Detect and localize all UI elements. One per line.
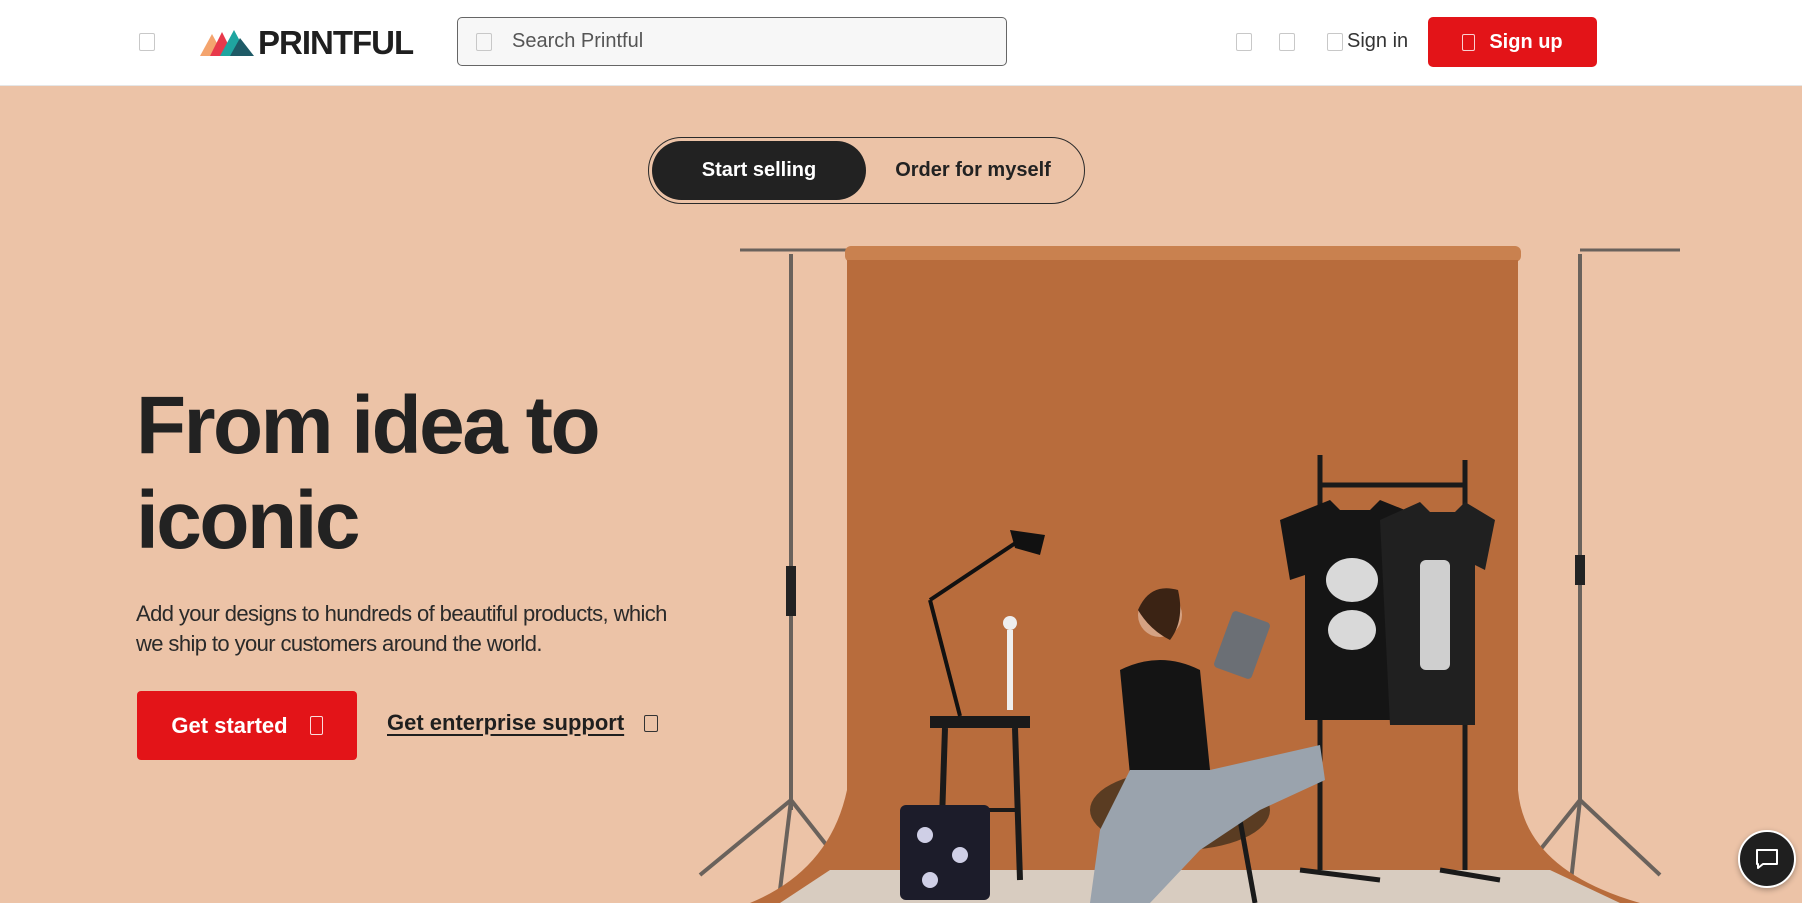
user-plus-icon xyxy=(1462,33,1476,51)
start-selling-tab[interactable]: Start selling xyxy=(652,141,866,200)
sign-in-link[interactable]: Sign in xyxy=(1327,30,1408,53)
woman-tshirt xyxy=(1120,660,1210,775)
site-header: PRINTFUL Sign in Sign up xyxy=(0,0,1802,86)
hamburger-icon[interactable] xyxy=(139,33,155,51)
search-icon xyxy=(476,32,492,51)
sign-up-label: Sign up xyxy=(1489,30,1563,53)
audience-toggle: Start selling Order for myself xyxy=(648,137,1085,204)
tote-bag xyxy=(900,805,990,900)
get-started-button[interactable]: Get started xyxy=(137,691,357,760)
logo-text: PRINTFUL xyxy=(258,23,414,61)
enterprise-support-label: Get enterprise support xyxy=(387,710,625,735)
order-for-myself-tab[interactable]: Order for myself xyxy=(866,141,1080,200)
light-stand-left xyxy=(698,248,852,891)
logo-mountains-icon xyxy=(200,30,254,56)
hero-photo-studio xyxy=(698,246,1680,903)
cart-icon[interactable] xyxy=(1279,33,1295,51)
printful-logo[interactable]: PRINTFUL xyxy=(200,23,414,61)
arrow-right-icon xyxy=(644,714,659,732)
chat-button[interactable] xyxy=(1738,830,1796,888)
search-input[interactable] xyxy=(512,30,992,53)
sign-up-button[interactable]: Sign up xyxy=(1428,17,1597,67)
user-icon xyxy=(1327,32,1343,51)
heart-icon[interactable] xyxy=(1236,33,1252,51)
search-bar[interactable] xyxy=(457,17,1007,66)
enterprise-support-link[interactable]: Get enterprise support xyxy=(387,710,659,736)
get-started-label: Get started xyxy=(171,712,288,738)
hero-title: From idea to iconic xyxy=(136,380,601,566)
sign-in-label: Sign in xyxy=(1347,30,1409,52)
hero-subtitle: Add your designs to hundreds of beautifu… xyxy=(136,601,667,656)
arrow-right-icon xyxy=(309,716,323,735)
chat-bubble-icon xyxy=(1756,849,1778,869)
light-stand-right xyxy=(1518,248,1680,891)
